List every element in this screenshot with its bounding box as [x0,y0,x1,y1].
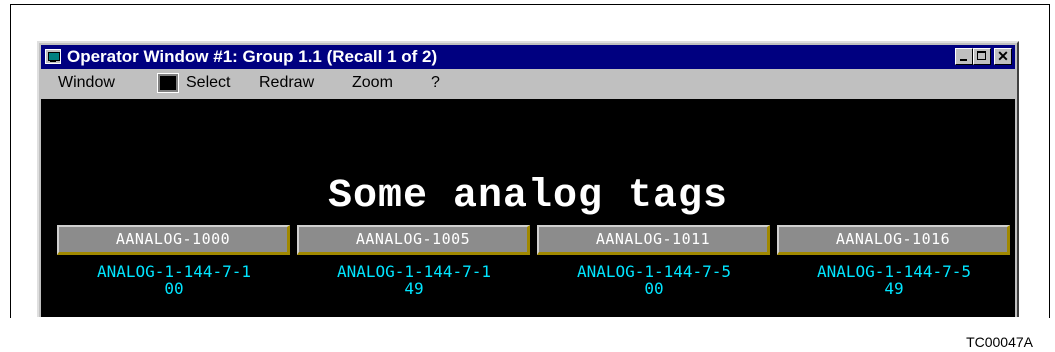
operator-window: Operator Window #1: Group 1.1 (Recall 1 … [37,41,1019,317]
tag-value-line: 49 [884,279,904,298]
tag-value-line: ANALOG-1-144-7-1 [336,262,492,281]
tag-value-3: ANALOG-1-144-7-5 00 [534,263,774,297]
menu-window[interactable]: Window [58,71,115,95]
minimize-button[interactable] [955,48,973,65]
tag-value-4: ANALOG-1-144-7-5 49 [774,263,1014,297]
tag-value-line: 00 [644,279,664,298]
tag-button-1[interactable]: AANALOG-1000 [57,225,290,255]
maximize-button[interactable] [973,48,991,65]
close-button[interactable]: ✕ [994,48,1012,65]
title-bar[interactable]: Operator Window #1: Group 1.1 (Recall 1 … [41,45,1015,69]
app-icon[interactable] [45,49,61,64]
menu-select[interactable]: Select [186,71,230,95]
tag-value-line: ANALOG-1-144-7-5 [816,262,972,281]
color-swatch-button[interactable] [157,73,179,93]
tag-button-4[interactable]: AANALOG-1016 [777,225,1010,255]
tag-value-line: ANALOG-1-144-7-1 [96,262,252,281]
tag-value-2: ANALOG-1-144-7-1 49 [294,263,534,297]
tag-value-1: ANALOG-1-144-7-1 00 [54,263,294,297]
menu-zoom[interactable]: Zoom [352,71,393,95]
tag-value-line: ANALOG-1-144-7-5 [576,262,732,281]
display-heading: Some analog tags [327,174,729,219]
tag-button-2[interactable]: AANALOG-1005 [297,225,530,255]
display-canvas: Some analog tags AANALOG-1000 AANALOG-10… [41,99,1015,317]
window-title: Operator Window #1: Group 1.1 (Recall 1 … [67,47,438,66]
figure-id: TC00047A [966,334,1033,350]
menu-bar: Window Select Redraw Zoom ? [41,71,1015,95]
menu-help[interactable]: ? [431,71,440,95]
menu-redraw[interactable]: Redraw [259,71,314,95]
tag-button-3[interactable]: AANALOG-1011 [537,225,770,255]
tag-value-line: 49 [404,279,424,298]
tag-value-line: 00 [164,279,184,298]
